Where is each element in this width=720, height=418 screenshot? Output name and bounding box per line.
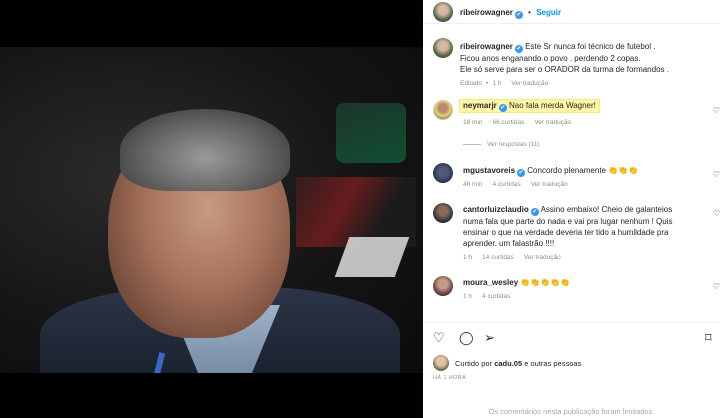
photo-background-sign: [334, 237, 410, 277]
comment-text-line-4: aprender. um falastrão !!!!: [463, 239, 555, 248]
comments-limited-notice: Os comentários nesta publicação foram li…: [488, 407, 655, 416]
comment-like-heart-icon[interactable]: ♡: [713, 282, 720, 291]
view-replies[interactable]: Ver respostas (11): [463, 141, 540, 148]
post-header: ribeirowagner ✔ • Seguir: [423, 0, 720, 24]
comment-like-heart-icon[interactable]: ♡: [713, 106, 720, 115]
caption-avatar[interactable]: [433, 38, 453, 58]
photo-background-logo: [336, 103, 406, 163]
comment-username[interactable]: cantorluizclaudio: [463, 205, 529, 214]
liked-prefix: Curtido por: [455, 359, 493, 368]
comment-text-line-2: numa fala que parte do nada e vai pra lu…: [463, 217, 673, 226]
instagram-post-view: ribeirowagner ✔ • Seguir ribeirowagner ✔ E…: [0, 0, 720, 418]
comment-meta: 1 h 4 curtidas: [463, 293, 520, 300]
heart-icon[interactable]: ♡: [433, 331, 445, 345]
comments-panel: ribeirowagner ✔ • Seguir ribeirowagner ✔ E…: [423, 0, 720, 418]
share-icon[interactable]: ➢: [484, 331, 495, 345]
verified-icon: ✔: [498, 104, 507, 112]
caption-dot: •: [486, 80, 489, 87]
comment-mgustavoreis: mgustavoreis ✔ Concordo plenamente 👏👏👏: [463, 165, 638, 177]
comment-username[interactable]: mgustavoreis: [463, 166, 515, 175]
comment-avatar-neymarjr[interactable]: [433, 100, 453, 120]
comment-translate[interactable]: Ver tradução: [534, 119, 571, 126]
comment-age: 46 min: [463, 181, 483, 188]
comment-avatar-mgustavoreis[interactable]: [433, 163, 453, 183]
liked-by-avatar[interactable]: [433, 355, 449, 371]
author-line: ribeirowagner ✔ • Seguir: [460, 8, 561, 19]
author-username[interactable]: ribeirowagner: [460, 8, 513, 17]
comment-text-line-3: ensinar o que na verdade deveria ter tid…: [463, 228, 669, 237]
comment-text: 👏👏👏👏👏: [520, 278, 571, 287]
post-age: HÁ 1 HORA: [433, 375, 467, 381]
author-avatar[interactable]: [433, 2, 453, 22]
replies-line: [463, 143, 481, 145]
verified-icon: ✔: [530, 208, 539, 216]
comment-meta: 18 min 66 curtidas Ver tradução: [463, 119, 581, 126]
comment-moura-wesley: moura_wesley 👏👏👏👏👏: [463, 277, 570, 288]
comment-age: 1 h: [463, 293, 473, 300]
comment-translate[interactable]: Ver tradução: [531, 181, 568, 188]
verified-icon: ✔: [517, 169, 526, 177]
liked-user[interactable]: cadu.05: [494, 359, 522, 368]
comment-avatar-moura-wesley[interactable]: [433, 276, 453, 296]
comment-like-heart-icon[interactable]: ♡: [713, 209, 720, 218]
caption-username[interactable]: ribeirowagner: [460, 42, 513, 51]
replies-label[interactable]: Ver respostas (11): [487, 141, 540, 148]
caption-line-1: Este Sr nunca foi técnico de futebol .: [525, 42, 656, 51]
comment-meta: 46 min 4 curtidas Ver tradução: [463, 181, 578, 188]
separator-dot: •: [528, 8, 531, 17]
caption-translate[interactable]: Ver tradução: [511, 80, 548, 87]
verified-icon: ✔: [514, 45, 523, 53]
follow-button[interactable]: Seguir: [536, 8, 561, 17]
comment-age: 1 h: [463, 254, 473, 261]
liked-by-line: Curtido por cadu.05 e outras pessoas: [455, 359, 581, 368]
bookmark-icon[interactable]: ⌑: [705, 331, 712, 345]
comment-avatar-cantorluizclaudio[interactable]: [433, 203, 453, 223]
comment-cantorluizclaudio: cantorluizclaudio ✔ Assino embaixo! Cheio…: [463, 204, 708, 249]
caption-edited: Editado: [460, 80, 483, 87]
comment-like-heart-icon[interactable]: ♡: [713, 170, 720, 179]
liked-suffix[interactable]: e outras pessoas: [524, 359, 581, 368]
verified-icon: ✔: [514, 11, 523, 19]
comment-neymarjr-highlighted: neymarjr ✔ Nao fala merda Wagner!: [460, 100, 599, 112]
comment-likes[interactable]: 14 curtidas: [482, 254, 514, 261]
comment-text: Nao fala merda Wagner!: [509, 101, 596, 110]
comment-likes[interactable]: 4 curtidas: [493, 181, 521, 188]
caption-line-2: Ficou anos enganando o povo . perdendo 2…: [460, 54, 641, 63]
caption-age: 1 h: [492, 80, 502, 87]
caption-meta: Editado • 1 h Ver tradução: [460, 80, 558, 87]
comment-text-line-1: Assino embaixo! Cheio de galanteios: [540, 205, 673, 214]
comment-username[interactable]: neymarjr: [463, 101, 497, 110]
comment-text: Concordo plenamente 👏👏👏: [527, 166, 639, 175]
caption-text: ribeirowagner ✔ Este Sr nunca foi técnico…: [460, 41, 710, 75]
post-actions-bar: ♡ ◯ ➢ ⌑ Curtido por cadu.05 e outras pes…: [423, 322, 720, 416]
caption-line-3: Ele só serve para ser o ORADOR da turma …: [460, 65, 669, 74]
comment-likes[interactable]: 66 curtidas: [493, 119, 525, 126]
comment-likes[interactable]: 4 curtidas: [482, 293, 510, 300]
post-photo[interactable]: [0, 47, 423, 373]
comment-translate[interactable]: Ver tradução: [524, 254, 561, 261]
comment-icon[interactable]: ◯: [459, 331, 474, 345]
comment-meta: 1 h 14 curtidas Ver tradução: [463, 254, 571, 261]
comment-username[interactable]: moura_wesley: [463, 278, 518, 287]
photo-hair: [120, 109, 290, 191]
comment-age: 18 min: [463, 119, 483, 126]
